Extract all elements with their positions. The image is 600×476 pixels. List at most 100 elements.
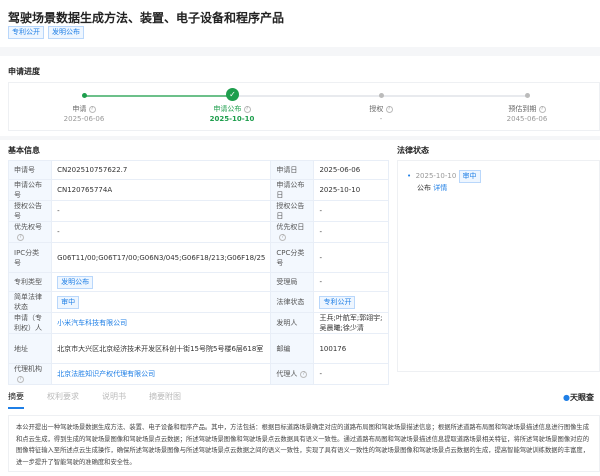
field-label: 申请日 xyxy=(270,160,315,180)
step-grant: 授权 ? - xyxy=(336,104,426,124)
field-text: 邮编 xyxy=(276,344,291,353)
abstract-text: 本公开提出一种驾驶场景数据生成方法、装置、电子设备和程序产品。其中，方法包括：根… xyxy=(8,415,600,472)
tab-abstract[interactable]: 摘要 xyxy=(8,391,24,409)
field-value: CN120765774A xyxy=(51,179,272,201)
field-text: 北京市大兴区北京经济技术开发区科创十街15号院5号楼6层618室 xyxy=(57,344,264,353)
check-icon: ✓ xyxy=(226,88,239,101)
legal-status-heading: 法律状态 xyxy=(397,146,429,155)
field-label: IPC分类号 xyxy=(7,242,53,273)
field-text: CPC分类号 xyxy=(276,248,305,267)
tab-description[interactable]: 说明书 xyxy=(102,391,126,409)
field-label: 申请公布日 xyxy=(270,179,315,201)
help-icon[interactable]: ? xyxy=(279,233,287,241)
table-row: 简单法律状态 审中 法律状态 专利公开 xyxy=(7,291,389,313)
field-text: 王兵;叶航军;郭翊宇;吴晨曦;徐少清 xyxy=(319,314,383,332)
step-expiry: 预估到期 ? 2045-06-06 xyxy=(482,104,572,124)
field-text: - xyxy=(57,207,60,215)
field-value: - xyxy=(313,221,389,243)
field-link[interactable]: 小米汽车科技有限公司 xyxy=(57,319,127,327)
field-value: 2025-10-10 xyxy=(313,179,389,201)
field-label: 专利类型 xyxy=(7,272,53,292)
tag-invention-publication: 发明公布 xyxy=(48,26,84,39)
field-text: CN202510757622.7 xyxy=(57,166,128,174)
field-text: 简单法律状态 xyxy=(14,293,42,311)
field-label: 优先权号? xyxy=(7,221,53,243)
legal-badge: 审中 xyxy=(458,170,481,183)
help-icon[interactable]: ? xyxy=(538,105,546,113)
field-value: - xyxy=(313,363,389,385)
legal-event-text: 公布 xyxy=(417,184,431,192)
step-label: 预估到期 xyxy=(508,105,537,113)
field-text: 申请公布号 xyxy=(14,181,42,199)
field-label: 代理机构? xyxy=(7,363,53,385)
help-icon[interactable]: ? xyxy=(88,105,96,113)
help-icon[interactable]: ? xyxy=(243,105,251,113)
field-label: CPC分类号 xyxy=(270,242,315,273)
tag-patent-public: 专利公开 xyxy=(8,26,44,39)
progress-heading: 申请进度 xyxy=(8,67,40,76)
field-text: 申请日 xyxy=(276,166,298,174)
field-text: - xyxy=(319,370,322,378)
header: 驾驶场景数据生成方法、装置、电子设备和程序产品 专利公开 发明公布 xyxy=(0,0,600,47)
step-apply: 申请 ? 2025-06-06 xyxy=(39,104,129,124)
progress-line-done xyxy=(83,95,232,97)
step-date: 2025-10-10 xyxy=(209,115,255,123)
field-text: 地址 xyxy=(14,344,28,353)
field-label: 简单法律状态 xyxy=(7,291,53,313)
legal-date: 2025-10-10 xyxy=(415,172,457,180)
table-row: 申请号 CN202510757622.7 申请日 2025-06-06 xyxy=(7,160,389,180)
field-text: - xyxy=(319,278,322,286)
progress-timeline: ✓ 申请 ? 2025-06-06 申请公布 ? 2025-10-10 授权 ? - … xyxy=(8,82,600,131)
field-text: 专利类型 xyxy=(14,278,42,286)
field-text: - xyxy=(57,228,60,236)
field-text: 申请（专利权）人 xyxy=(14,314,42,332)
legal-status-panel: • 2025-10-10 审中 公布 详情 xyxy=(397,160,600,372)
table-row: 地址 北京市大兴区北京经济技术开发区科创十街15号院5号楼6层618室 邮编 1001… xyxy=(7,333,389,364)
field-text: G06T11/00;G06T17/00;G06N3/045;G06F18/213… xyxy=(57,253,266,262)
field-label: 地址 xyxy=(7,333,53,364)
field-value: - xyxy=(51,221,272,243)
field-text: 2025-10-10 xyxy=(319,186,361,194)
field-text: 申请号 xyxy=(14,166,35,174)
field-link[interactable]: 北京法胜知识产权代理有限公司 xyxy=(57,370,155,378)
field-value: - xyxy=(51,200,272,222)
field-tag: 专利公开 xyxy=(319,295,356,309)
tab-abstract-figure[interactable]: 摘要附图 xyxy=(149,391,181,409)
field-label: 代理人? xyxy=(270,363,315,385)
field-text: - xyxy=(319,253,322,262)
tianyancha-logo: ●天眼查 xyxy=(563,393,594,402)
field-text: - xyxy=(319,207,322,215)
field-value: G06T11/00;G06T17/00;G06N3/045;G06F18/213… xyxy=(51,242,272,273)
field-value: - xyxy=(313,272,389,292)
table-row: 优先权号? - 优先权日? - xyxy=(7,221,389,243)
field-label: 邮编 xyxy=(270,333,315,364)
field-text: 代理人 xyxy=(276,370,298,378)
table-row: IPC分类号 G06T11/00;G06T17/00;G06N3/045;G06F… xyxy=(7,242,389,273)
help-icon[interactable]: ? xyxy=(17,233,24,241)
step-label: 授权 xyxy=(369,105,384,113)
field-text: 受理局 xyxy=(276,278,298,286)
step-date: 2025-06-06 xyxy=(63,115,105,123)
field-value: 发明公布 xyxy=(51,272,272,292)
field-text: 代理机构 xyxy=(14,365,42,373)
help-icon[interactable]: ? xyxy=(17,375,24,383)
field-label: 申请号 xyxy=(7,160,53,180)
field-value: 王兵;叶航军;郭翊宇;吴晨曦;徐少清 xyxy=(313,312,389,334)
help-icon[interactable]: ? xyxy=(300,370,308,378)
basic-info-heading: 基本信息 xyxy=(8,146,40,155)
field-value: 小米汽车科技有限公司 xyxy=(51,312,272,334)
field-label: 法律状态 xyxy=(270,291,315,313)
field-label: 发明人 xyxy=(270,312,315,334)
field-text: CN120765774A xyxy=(57,186,113,194)
field-text: 授权公告号 xyxy=(14,202,42,220)
tab-claims[interactable]: 权利要求 xyxy=(47,391,79,409)
legal-detail-link[interactable]: 详情 xyxy=(433,184,447,192)
basic-info-table: 申请号 CN202510757622.7 申请日 2025-06-06 申请公布号 CN1… xyxy=(7,160,389,385)
field-tag: 发明公布 xyxy=(57,275,94,289)
table-row: 申请公布号 CN120765774A 申请公布日 2025-10-10 xyxy=(7,179,389,201)
help-icon[interactable]: ? xyxy=(385,105,393,113)
field-value: 审中 xyxy=(51,291,272,313)
field-value: - xyxy=(313,242,389,273)
field-value: 北京法胜知识产权代理有限公司 xyxy=(51,363,272,385)
table-row: 授权公告号 - 授权公告日 - xyxy=(7,200,389,222)
